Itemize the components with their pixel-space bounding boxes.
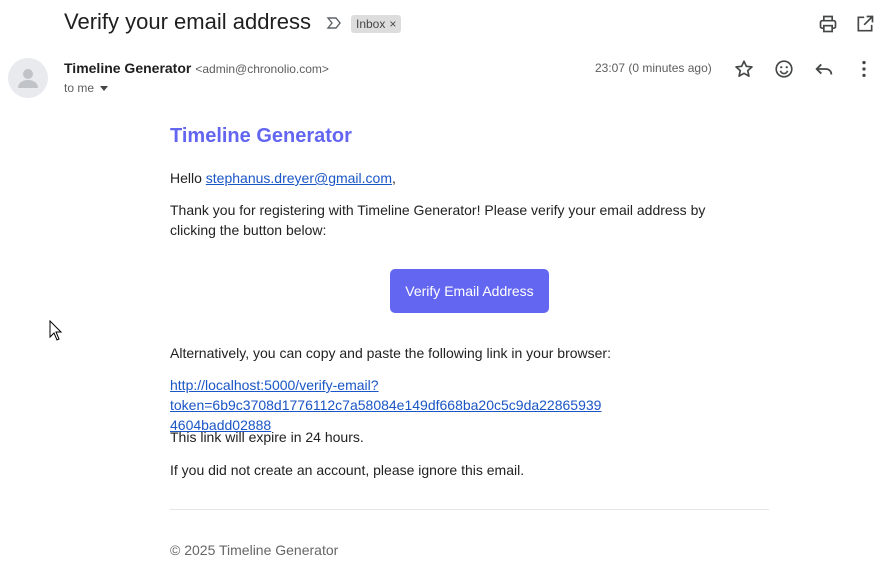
reply-icon[interactable] xyxy=(813,58,835,80)
verification-link-line-1[interactable]: http://localhost:5000/verify-email?token… xyxy=(170,377,601,413)
sender-name[interactable]: Timeline Generator xyxy=(64,60,191,76)
mouse-pointer-icon xyxy=(49,320,63,341)
email-timestamp: 23:07 (0 minutes ago) xyxy=(595,61,712,75)
footer-divider xyxy=(170,509,769,510)
default-avatar-icon xyxy=(18,69,38,88)
inbox-label-text: Inbox xyxy=(356,17,386,31)
recipient-details-toggle[interactable]: to me xyxy=(64,81,109,95)
print-icon[interactable] xyxy=(818,14,838,34)
ignore-notice: If you did not create an account, please… xyxy=(170,462,525,478)
intro-paragraph: Thank you for registering with Timeline … xyxy=(170,202,706,238)
sender-email: <admin@chronolio.com> xyxy=(195,62,329,76)
greeting-suffix: , xyxy=(391,170,396,186)
star-icon[interactable] xyxy=(733,58,755,80)
greeting-prefix: Hello xyxy=(170,170,206,186)
expiry-notice: This link will expire in 24 hours. xyxy=(170,429,364,445)
footer-copyright: © 2025 Timeline Generator xyxy=(170,542,339,558)
inbox-label-chip: Inbox × xyxy=(351,15,402,33)
verify-email-button[interactable]: Verify Email Address xyxy=(390,269,549,313)
more-vert-icon[interactable] xyxy=(853,58,875,80)
open-in-new-window-icon[interactable] xyxy=(855,14,875,34)
verification-link[interactable]: http://localhost:5000/verify-email?token… xyxy=(170,375,780,435)
remove-label-button[interactable]: × xyxy=(389,15,396,33)
recipient-email-link[interactable]: stephanus.dreyer@gmail.com xyxy=(206,170,392,186)
sender: Timeline Generator <admin@chronolio.com> xyxy=(64,60,329,76)
email-brand-heading: Timeline Generator xyxy=(170,125,352,147)
important-marker-icon[interactable] xyxy=(326,15,342,31)
email-subject: Verify your email address xyxy=(64,9,311,34)
greeting: Hello stephanus.dreyer@gmail.com, xyxy=(170,168,760,188)
avatar xyxy=(8,58,48,98)
alternative-text: Alternatively, you can copy and paste th… xyxy=(170,345,611,361)
chevron-down-icon xyxy=(100,85,109,91)
recipient-label: to me xyxy=(64,81,95,95)
emoji-icon[interactable] xyxy=(773,58,795,80)
